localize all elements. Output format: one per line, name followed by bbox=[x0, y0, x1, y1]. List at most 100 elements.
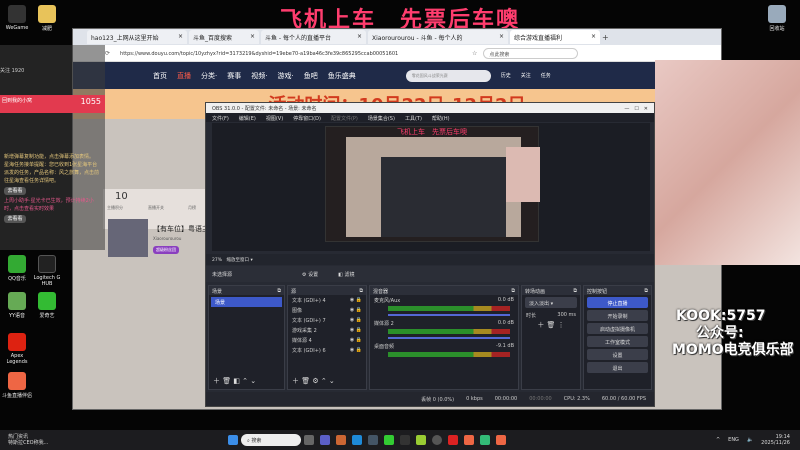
desktop-icon-douyu[interactable]: 斗鱼直播伴侣 bbox=[2, 372, 32, 399]
scene-item[interactable]: 场景 bbox=[211, 297, 282, 307]
visibility-lock-icons[interactable]: ◉ 🔒 bbox=[350, 317, 362, 323]
nav-events[interactable]: 赛事 bbox=[227, 71, 241, 81]
stream-title[interactable]: 【有车位】粤语主 bbox=[153, 224, 209, 234]
toggle-label[interactable]: 直播开关 bbox=[148, 205, 164, 211]
transition-select[interactable]: 淡入淡出 ▾ bbox=[525, 297, 577, 308]
steam-icon[interactable] bbox=[368, 435, 378, 445]
volume-slider[interactable] bbox=[388, 337, 510, 339]
desktop-icon-wegame[interactable]: WeGame bbox=[2, 5, 32, 31]
favorite-icon[interactable]: ☆ bbox=[472, 50, 477, 57]
source-item[interactable]: 游戏采集 2 ◉ 🔒 bbox=[288, 325, 366, 335]
desktop-icon-ghub[interactable]: Logitech G HUB bbox=[32, 255, 62, 287]
visibility-lock-icons[interactable]: ◉ 🔒 bbox=[350, 337, 362, 343]
language-indicator[interactable]: ENG bbox=[728, 437, 739, 443]
nav-yuba[interactable]: 鱼吧 bbox=[304, 71, 318, 81]
undock-icon[interactable]: ⧉ bbox=[573, 288, 577, 294]
nav-festival[interactable]: 鱼乐盛典 bbox=[328, 71, 356, 81]
visibility-lock-icons[interactable]: ◉ 🔒 bbox=[350, 347, 362, 353]
app-icon[interactable] bbox=[336, 435, 346, 445]
go-see-button[interactable]: 去看看 bbox=[4, 187, 26, 195]
browser-tab[interactable]: 斗鱼 - 每个人的直播平台 × bbox=[261, 30, 366, 44]
speaker-icon[interactable]: 🔈 bbox=[747, 437, 753, 443]
app-icon[interactable] bbox=[416, 435, 426, 445]
stop-streaming-button[interactable]: 停止直播 bbox=[587, 297, 648, 308]
source-settings-button[interactable]: ⚙ 设置 bbox=[302, 271, 318, 278]
douyu-icon[interactable] bbox=[464, 435, 474, 445]
undock-icon[interactable]: ⧉ bbox=[359, 288, 363, 294]
desktop-icon-recycle-bin[interactable]: 回收站 bbox=[762, 5, 792, 32]
menu-scene-collection[interactable]: 场景集合(S) bbox=[368, 115, 395, 122]
source-filters-button[interactable]: ◧ 滤镜 bbox=[338, 271, 354, 278]
stream-thumbnail[interactable] bbox=[108, 219, 148, 257]
menu-docks[interactable]: 停靠窗口(D) bbox=[293, 115, 321, 122]
source-item[interactable]: 文本 (GDI+) 6 ◉ 🔒 bbox=[288, 345, 366, 355]
visibility-lock-icons[interactable]: ◉ 🔒 bbox=[350, 327, 362, 333]
go-see-button[interactable]: 去看看 bbox=[4, 215, 26, 223]
close-icon[interactable]: × bbox=[499, 33, 504, 41]
source-item[interactable]: 文本 (GDI+) 4 ◉ 🔒 bbox=[288, 295, 366, 305]
obs-icon[interactable] bbox=[432, 435, 442, 445]
app-icon[interactable] bbox=[384, 435, 394, 445]
app-icon[interactable] bbox=[448, 435, 458, 445]
close-icon[interactable]: × bbox=[178, 33, 183, 41]
volume-slider[interactable] bbox=[388, 314, 510, 316]
studio-mode-button[interactable]: 工作室模式 bbox=[587, 336, 648, 347]
nav-category[interactable]: 分类· bbox=[201, 71, 217, 81]
edge-icon[interactable] bbox=[352, 435, 362, 445]
clock[interactable]: 19:14 2025/11/26 bbox=[761, 434, 790, 446]
visibility-lock-icons[interactable]: ◉ 🔒 bbox=[350, 297, 362, 303]
menu-file[interactable]: 文件(F) bbox=[212, 115, 229, 122]
nav-live[interactable]: 直播 bbox=[177, 71, 191, 81]
source-item[interactable]: 图像 ◉ 🔒 bbox=[288, 305, 366, 315]
menu-view[interactable]: 视图(V) bbox=[266, 115, 283, 122]
menu-profile[interactable]: 配置文件(P) bbox=[331, 115, 358, 122]
desktop-icon-yy[interactable]: YY语音 bbox=[2, 292, 32, 319]
browser-tab[interactable]: 斗鱼_百度搜索 × bbox=[189, 30, 259, 44]
menu-help[interactable]: 帮助(H) bbox=[432, 115, 450, 122]
duration-input[interactable]: 300 ms bbox=[557, 312, 576, 318]
news-widget[interactable]: 热门资讯 特斯拉CEO称我... bbox=[0, 434, 225, 446]
task-view-icon[interactable] bbox=[304, 435, 314, 445]
close-icon[interactable]: × bbox=[250, 33, 255, 41]
exit-button[interactable]: 退出 bbox=[587, 362, 648, 373]
undock-icon[interactable]: ⧉ bbox=[277, 288, 281, 294]
window-controls[interactable]: — ☐ ✕ bbox=[624, 105, 648, 112]
source-item[interactable]: 文本 (GDI+) 7 ◉ 🔒 bbox=[288, 315, 366, 325]
app-icon[interactable] bbox=[400, 435, 410, 445]
nav-games[interactable]: 游戏· bbox=[277, 71, 293, 81]
virtual-camera-button[interactable]: 启动虚拟摄像机 bbox=[587, 323, 648, 334]
menu-tools[interactable]: 工具(T) bbox=[405, 115, 422, 122]
obs-preview[interactable]: 飞机上车 先票后车噢 bbox=[212, 123, 650, 251]
taskbar-search-input[interactable]: ⌕ 搜索 bbox=[241, 434, 301, 446]
start-icon[interactable] bbox=[228, 435, 238, 445]
streamer-name[interactable]: Xiaorourourou bbox=[153, 236, 181, 241]
scene-controls[interactable]: ＋ 🗑 ◧ ⌃ ⌄ bbox=[213, 376, 256, 386]
transition-controls[interactable]: ＋ 🗑 ⋮ bbox=[522, 320, 580, 330]
source-controls[interactable]: ＋ 🗑 ⚙ ⌃ ⌄ bbox=[292, 376, 335, 386]
nav-video[interactable]: 视频· bbox=[251, 71, 267, 81]
desktop-icon-folder[interactable]: 减肥 bbox=[32, 5, 62, 32]
visibility-lock-icons[interactable]: ◉ 🔒 bbox=[350, 307, 362, 313]
new-tab-icon[interactable]: + bbox=[602, 33, 609, 42]
tray-chevron-icon[interactable]: ^ bbox=[716, 437, 720, 443]
nav-history[interactable]: 历史 bbox=[501, 72, 511, 79]
close-icon[interactable]: × bbox=[591, 33, 596, 41]
browser-tab-active[interactable]: 综合游戏直播福利 × bbox=[510, 30, 600, 44]
refresh-icon[interactable]: ⟳ bbox=[105, 50, 110, 57]
rank-label[interactable]: 月榜 bbox=[188, 205, 196, 211]
browser-tab[interactable]: hao123_上网从这里开始 × bbox=[87, 30, 187, 44]
site-search-input[interactable]: 零花国风斗战荣光赛 bbox=[405, 69, 491, 82]
start-recording-button[interactable]: 开始录制 bbox=[587, 310, 648, 321]
nav-tasks[interactable]: 任务 bbox=[541, 72, 551, 79]
url-input[interactable]: https://www.douyu.com/topic/10yzhyx?rid=… bbox=[116, 48, 466, 59]
browser-search-input[interactable]: 点此搜索 bbox=[483, 47, 579, 59]
settings-button[interactable]: 设置 bbox=[587, 349, 648, 360]
nav-home[interactable]: 首页 bbox=[153, 71, 167, 81]
nav-follow[interactable]: 关注 bbox=[521, 72, 531, 79]
undock-icon[interactable]: ⧉ bbox=[511, 288, 515, 294]
douyu-icon[interactable] bbox=[496, 435, 506, 445]
menu-edit[interactable]: 编辑(E) bbox=[239, 115, 256, 122]
preview-mode-select[interactable]: 缩放至窗口 bbox=[227, 258, 250, 263]
desktop-icon-apex[interactable]: Apex Legends bbox=[2, 333, 32, 365]
teams-icon[interactable] bbox=[320, 435, 330, 445]
